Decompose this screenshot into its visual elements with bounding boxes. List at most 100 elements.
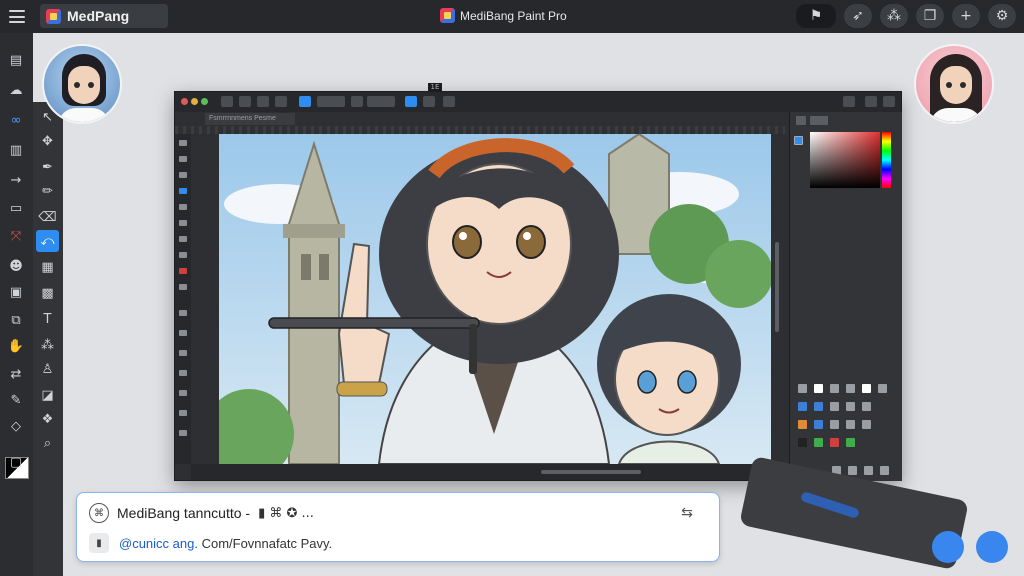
flag-icon[interactable]: ⚑ — [796, 4, 836, 28]
pencil-icon[interactable]: ✏ — [36, 180, 59, 202]
brush-preset-icon[interactable] — [830, 402, 839, 411]
frame-icon[interactable]: ▭ — [4, 197, 28, 219]
panel-tab[interactable] — [796, 116, 806, 125]
menu-icon[interactable] — [9, 10, 25, 23]
tool-icon[interactable] — [179, 284, 187, 290]
tool-icon[interactable] — [179, 430, 187, 436]
tool-icon[interactable] — [179, 204, 187, 210]
pen-icon[interactable]: ✒ — [36, 156, 59, 178]
brush-preset-icon[interactable] — [862, 384, 871, 393]
tool-icon[interactable] — [179, 236, 187, 242]
link-card[interactable]: ⌘ MediBang tanncutto - ▮ ⌘ ✪ ... ⇆ ▮ @cu… — [76, 492, 720, 562]
tool-icon[interactable] — [179, 390, 187, 396]
color-picker-field[interactable] — [810, 132, 880, 188]
card-link[interactable]: @cunicc ang. Com/Fovnnafatc Pavy. — [119, 536, 332, 551]
brush-preset-icon[interactable] — [878, 384, 887, 393]
brush-preset-icon[interactable] — [846, 384, 855, 393]
play-icon[interactable] — [443, 96, 455, 107]
brush-preset-icon[interactable] — [862, 402, 871, 411]
brush-preset-icon[interactable] — [798, 438, 807, 447]
transform-icon[interactable]: ⤧ — [4, 225, 28, 247]
link-icon[interactable]: ∞ — [4, 109, 28, 131]
brush-preset-icon[interactable] — [830, 384, 839, 393]
tool-icon[interactable] — [179, 220, 187, 226]
tool-icon[interactable] — [179, 310, 187, 316]
horizontal-scrollbar[interactable] — [541, 470, 641, 474]
chart-icon[interactable]: ▥ — [4, 139, 28, 161]
tool-icon[interactable] — [179, 350, 187, 356]
window-button-icon[interactable] — [865, 96, 877, 107]
avatar-right[interactable] — [914, 44, 994, 124]
panel-tab[interactable] — [810, 116, 828, 125]
tool-icon[interactable] — [179, 370, 187, 376]
hand-icon[interactable]: ✋ — [4, 335, 28, 357]
hue-slider[interactable] — [882, 132, 891, 188]
brush-preset-icon[interactable] — [814, 438, 823, 447]
share-icon[interactable]: ⇆ — [677, 505, 697, 521]
swap-icon[interactable]: ⇄ — [4, 363, 28, 385]
toolbar-icon[interactable] — [257, 96, 269, 107]
brush-preset-icon[interactable] — [814, 384, 823, 393]
gallery-icon[interactable]: ❐ — [916, 4, 944, 28]
arrow-right-icon[interactable]: → — [4, 169, 28, 191]
color-mode-icon[interactable] — [794, 136, 803, 145]
zoom-icon[interactable]: ⌕ — [36, 432, 59, 454]
panel-footer-icon[interactable] — [848, 466, 857, 475]
user-icon[interactable]: ☻ — [4, 255, 28, 277]
group-icon[interactable]: ⁂ — [36, 334, 59, 356]
tool-icon[interactable] — [179, 188, 187, 194]
drawing-canvas[interactable] — [219, 134, 771, 464]
brush-preset-icon[interactable] — [830, 438, 839, 447]
brush-preset-icon[interactable] — [846, 420, 855, 429]
tool-icon[interactable] — [179, 156, 187, 162]
action-button[interactable] — [932, 531, 964, 563]
toolbar-icon[interactable] — [221, 96, 233, 107]
curve-icon[interactable]: ⤺ — [36, 230, 59, 252]
layers-icon[interactable]: ▤ — [4, 49, 28, 71]
window-button-icon[interactable] — [843, 96, 855, 107]
fill-icon[interactable]: ▩ — [36, 282, 59, 304]
tool-icon[interactable] — [179, 268, 187, 274]
toolbar-icon[interactable] — [239, 96, 251, 107]
plus-icon[interactable]: + — [952, 4, 980, 28]
cluster-icon[interactable]: ⁂ — [880, 4, 908, 28]
toolbar-icon[interactable] — [423, 96, 435, 107]
brush-preset-icon[interactable] — [798, 420, 807, 429]
brush-preset-icon[interactable] — [846, 438, 855, 447]
close-icon[interactable] — [181, 98, 188, 105]
brush-preset-icon[interactable] — [798, 402, 807, 411]
cloud-icon[interactable]: ☁ — [4, 79, 28, 101]
panel-footer-icon[interactable] — [864, 466, 873, 475]
toolbar-icon[interactable] — [317, 96, 345, 107]
window-button-icon[interactable] — [883, 96, 895, 107]
toolbar-icon[interactable] — [367, 96, 395, 107]
toolbar-icon[interactable] — [275, 96, 287, 107]
shapes-icon[interactable]: ◇ — [4, 415, 28, 437]
eraser-icon[interactable]: ⌫ — [36, 206, 59, 228]
stamp-icon[interactable]: ♙ — [36, 358, 59, 380]
tool-icon[interactable] — [179, 330, 187, 336]
tool-icon[interactable] — [179, 252, 187, 258]
action-button[interactable] — [976, 531, 1008, 563]
maximize-icon[interactable] — [201, 98, 208, 105]
grid-icon[interactable]: ▦ — [36, 256, 59, 278]
panel-footer-icon[interactable] — [880, 466, 889, 475]
brush-preset-icon[interactable] — [846, 402, 855, 411]
minimize-icon[interactable] — [191, 98, 198, 105]
select-tool-icon[interactable] — [405, 96, 417, 107]
avatar-left[interactable] — [42, 44, 122, 124]
tool-icon[interactable] — [179, 172, 187, 178]
brush-preset-icon[interactable] — [798, 384, 807, 393]
toolbar-icon[interactable] — [351, 96, 363, 107]
tool-icon[interactable] — [179, 140, 187, 146]
brush-preset-icon[interactable] — [830, 420, 839, 429]
brush-icon[interactable]: ✎ — [4, 389, 28, 411]
brush-preset-icon[interactable] — [814, 402, 823, 411]
vertical-scrollbar[interactable] — [775, 242, 779, 332]
move-icon[interactable]: ✥ — [36, 130, 59, 152]
filter-icon[interactable]: ❖ — [36, 408, 59, 430]
brush-preset-icon[interactable] — [862, 420, 871, 429]
app-tab[interactable]: MedPang — [40, 4, 168, 28]
image-icon[interactable]: ▣ — [4, 281, 28, 303]
send-icon[interactable]: ➶ — [844, 4, 872, 28]
